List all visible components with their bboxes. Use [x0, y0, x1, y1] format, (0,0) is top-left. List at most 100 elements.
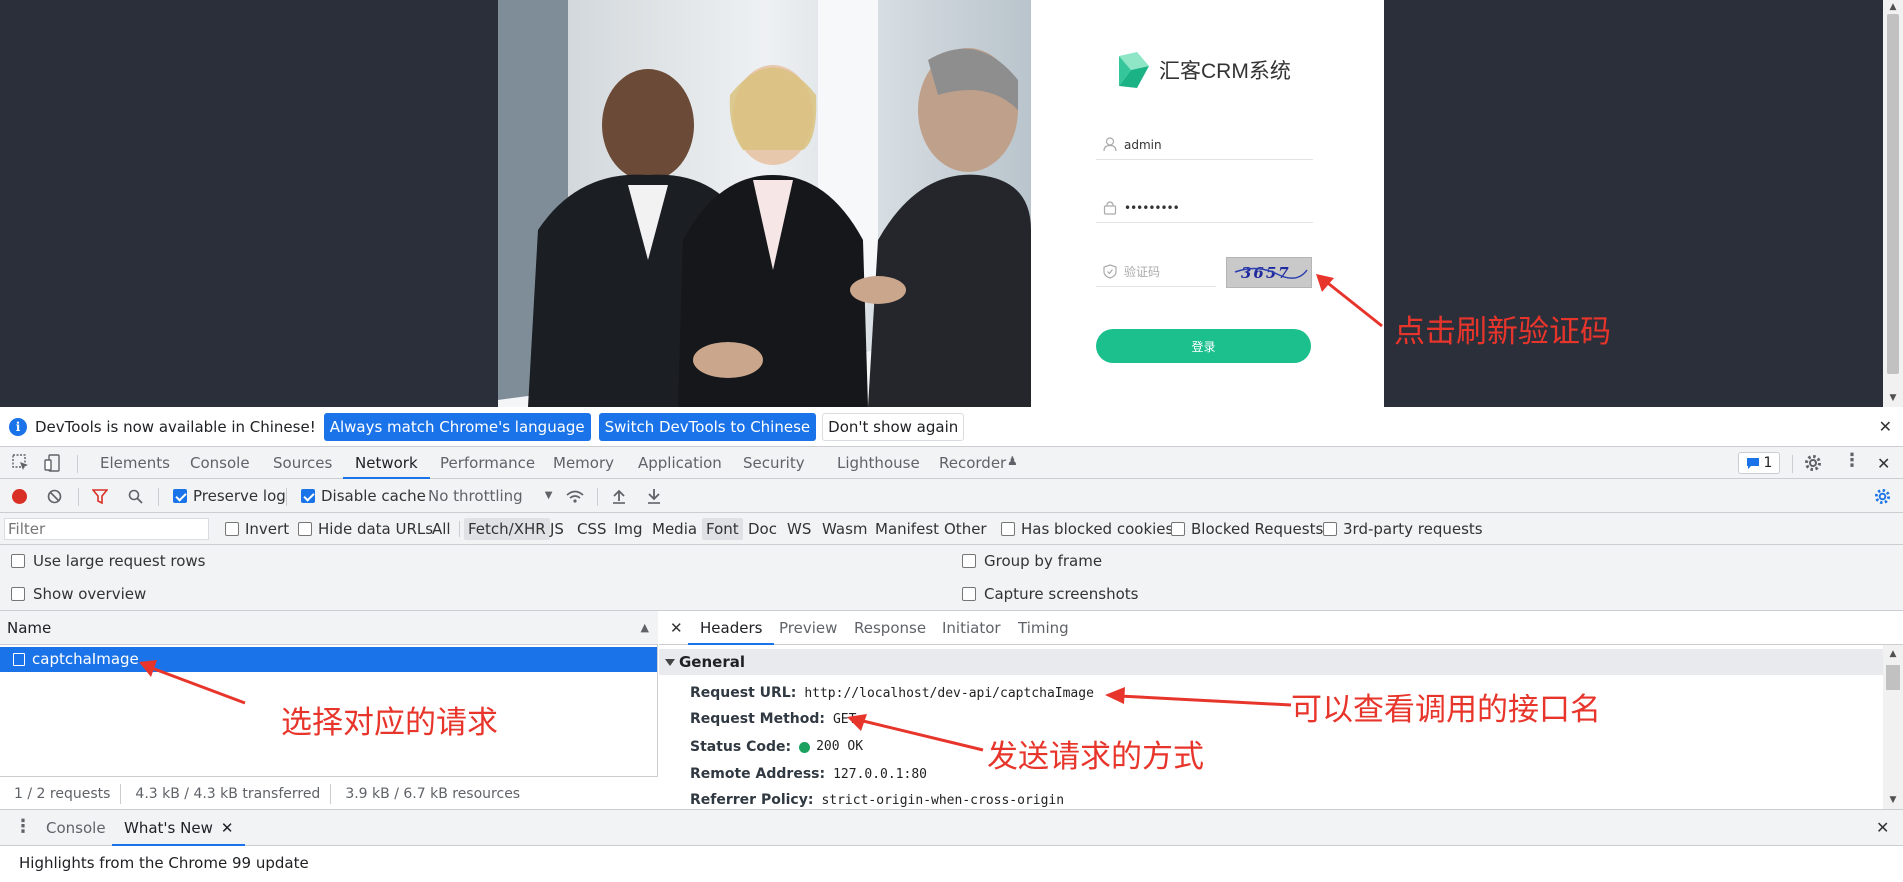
name-column-header[interactable]: Name ▲: [0, 611, 658, 645]
flask-icon: ♟: [1007, 454, 1018, 468]
group-by-frame-checkbox[interactable]: Group by frame: [962, 551, 1102, 571]
scrollbar-thumb[interactable]: [1887, 14, 1899, 374]
settings-gear-icon[interactable]: [1804, 454, 1822, 472]
tab-console[interactable]: Console: [190, 447, 250, 479]
disable-cache-label: Disable cache: [321, 487, 426, 505]
filter-type-img[interactable]: Img: [614, 513, 643, 545]
switch-to-chinese-button[interactable]: Switch DevTools to Chinese: [598, 412, 817, 441]
filter-type-css[interactable]: CSS: [577, 513, 607, 545]
always-match-language-button[interactable]: Always match Chrome's language: [323, 412, 591, 441]
chevron-down-icon: ▼: [544, 490, 553, 501]
filter-type-other[interactable]: Other: [944, 513, 987, 545]
tab-sources[interactable]: Sources: [273, 447, 332, 479]
request-row-selected[interactable]: captchaImage: [0, 647, 657, 672]
tab-initiator[interactable]: Initiator: [942, 611, 1001, 645]
issues-counter-button[interactable]: 1: [1738, 452, 1780, 474]
filter-type-wasm[interactable]: Wasm: [822, 513, 868, 545]
sort-ascending-icon: ▲: [640, 621, 649, 634]
dont-show-again-button[interactable]: Don't show again: [822, 412, 965, 441]
filter-type-manifest[interactable]: Manifest: [875, 513, 939, 545]
annotation-arrow-icon: [1316, 274, 1383, 328]
has-blocked-cookies-checkbox[interactable]: Has blocked cookies: [1001, 513, 1173, 545]
blocked-requests-checkbox[interactable]: Blocked Requests: [1171, 513, 1323, 545]
tab-headers[interactable]: Headers: [688, 611, 775, 645]
tab-elements[interactable]: Elements: [100, 447, 170, 479]
export-har-icon[interactable]: [647, 488, 661, 504]
filter-type-font[interactable]: Font: [702, 518, 743, 540]
filter-input[interactable]: [4, 518, 209, 540]
tab-response[interactable]: Response: [854, 611, 926, 645]
page-viewport: 汇客CRM系统 admin ••••••••• 验证码 3657 登录 点击刷新…: [0, 0, 1903, 407]
import-har-icon[interactable]: [612, 488, 626, 504]
network-settings-gear-icon[interactable]: [1874, 488, 1891, 505]
filter-type-fetch-xhr[interactable]: Fetch/XHR: [464, 518, 550, 540]
filter-type-ws[interactable]: WS: [787, 513, 811, 545]
header-key: Request Method:: [690, 711, 825, 727]
capture-screenshots-checkbox[interactable]: Capture screenshots: [962, 584, 1138, 604]
scroll-up-icon[interactable]: ▲: [1883, 0, 1903, 14]
document-icon: [13, 653, 25, 666]
general-section-header[interactable]: General: [659, 649, 1883, 675]
tab-performance[interactable]: Performance: [440, 447, 535, 479]
invert-checkbox[interactable]: Invert: [225, 513, 289, 545]
filter-icon[interactable]: [92, 489, 108, 504]
disable-cache-checkbox[interactable]: Disable cache: [301, 479, 426, 513]
scroll-down-icon[interactable]: ▼: [1883, 793, 1903, 807]
close-details-icon[interactable]: ✕: [670, 619, 683, 637]
login-button[interactable]: 登录: [1096, 329, 1311, 363]
details-scrollbar[interactable]: ▲ ▼: [1883, 645, 1903, 809]
scroll-down-icon[interactable]: ▼: [1883, 391, 1903, 405]
username-field[interactable]: admin: [1096, 130, 1313, 160]
search-icon[interactable]: [128, 489, 143, 504]
inspect-element-icon[interactable]: [12, 454, 30, 472]
filter-type-doc[interactable]: Doc: [748, 513, 777, 545]
drawer-menu-icon[interactable]: ⋮: [14, 817, 32, 837]
tab-recorder[interactable]: Recorder: [939, 447, 1006, 479]
tab-preview[interactable]: Preview: [779, 611, 837, 645]
third-party-requests-checkbox[interactable]: 3rd-party requests: [1323, 513, 1483, 545]
large-rows-checkbox[interactable]: Use large request rows: [11, 551, 205, 571]
filter-type-media[interactable]: Media: [652, 513, 697, 545]
header-value: http://localhost/dev-api/captchaImage: [804, 686, 1094, 701]
preserve-log-label: Preserve log: [193, 487, 286, 505]
scroll-up-icon[interactable]: ▲: [1883, 647, 1903, 661]
tab-lighthouse[interactable]: Lighthouse: [837, 447, 920, 479]
record-icon[interactable]: [12, 489, 27, 504]
request-details-panel: ✕ Headers Preview Response Initiator Tim…: [659, 611, 1903, 809]
password-field[interactable]: •••••••••: [1096, 193, 1313, 223]
tab-application[interactable]: Application: [638, 447, 722, 479]
preserve-log-checkbox[interactable]: Preserve log: [173, 479, 286, 513]
network-conditions-icon[interactable]: [565, 489, 585, 504]
resources-size: 3.9 kB / 6.7 kB resources: [345, 786, 521, 802]
business-meeting-photo: [498, 0, 1031, 407]
close-devtools-icon[interactable]: ✕: [1877, 454, 1890, 473]
filter-type-all[interactable]: All: [432, 513, 451, 545]
filter-type-js[interactable]: JS: [550, 513, 564, 545]
close-drawer-icon[interactable]: ✕: [1876, 818, 1889, 837]
annotation-select-request: 选择对应的请求: [281, 705, 498, 741]
devtools-drawer: ⋮ Console What's New ✕ ✕ Highlights from …: [0, 809, 1903, 882]
close-infobar-icon[interactable]: ✕: [1879, 417, 1892, 436]
tab-memory[interactable]: Memory: [553, 447, 614, 479]
drawer-tab-whats-new[interactable]: What's New ✕: [112, 810, 246, 846]
page-scrollbar[interactable]: ▲ ▼: [1883, 0, 1903, 407]
annotation-api-name: 可以查看调用的接口名: [1291, 692, 1601, 728]
has-blocked-cookies-label: Has blocked cookies: [1021, 520, 1174, 538]
tab-security[interactable]: Security: [743, 447, 805, 479]
drawer-tab-console[interactable]: Console: [46, 810, 106, 846]
network-toolbar: Preserve log Disable cache No throttling…: [0, 479, 1903, 513]
show-overview-checkbox[interactable]: Show overview: [11, 584, 146, 604]
hide-data-urls-checkbox[interactable]: Hide data URLs: [298, 513, 433, 545]
throttling-select[interactable]: No throttling ▼: [428, 479, 552, 513]
tab-timing[interactable]: Timing: [1018, 611, 1069, 645]
annotation-request-method: 发送请求的方式: [987, 739, 1204, 775]
device-toolbar-icon[interactable]: [44, 454, 62, 472]
more-options-icon[interactable]: ⋮: [1843, 451, 1861, 471]
clear-icon[interactable]: [47, 489, 62, 504]
tab-network[interactable]: Network: [343, 447, 430, 479]
divider: [77, 455, 78, 473]
close-tab-icon[interactable]: ✕: [221, 819, 234, 837]
scrollbar-thumb[interactable]: [1886, 665, 1900, 690]
captcha-image[interactable]: 3657: [1226, 257, 1312, 288]
captcha-field[interactable]: 验证码: [1096, 257, 1216, 287]
